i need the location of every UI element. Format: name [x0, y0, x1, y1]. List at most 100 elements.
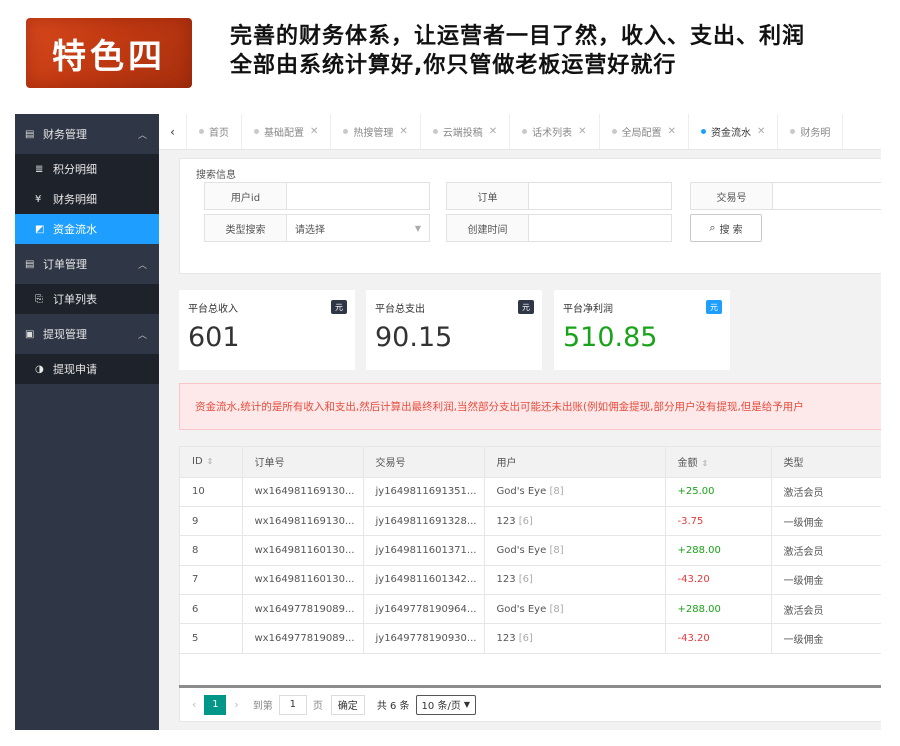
sidebar-item[interactable]: ◩ 资金流水	[15, 214, 159, 244]
menu-group-icon: ▤	[25, 128, 35, 140]
next-page-icon[interactable]: ›	[234, 698, 238, 711]
column-header-trade: 交易号	[363, 447, 485, 478]
menu-item-icon: ◑	[35, 363, 44, 375]
pagination: ‹ 1 › 到第 1 页 确定 共 6 条 10 条/页 ▼	[179, 688, 881, 722]
trade-no-input[interactable]	[773, 183, 881, 209]
notice-banner: 资金流水,统计的是所有收入和支出,然后计算出最终利润,当然部分支出可能还未出账(…	[179, 383, 881, 430]
tab[interactable]: 资金流水 ✕	[689, 114, 779, 149]
sidebar-group-label: 财务管理	[43, 128, 87, 141]
cell-order: wx164981169130...	[242, 506, 364, 537]
cell-trade: jy1649811691351...	[363, 477, 485, 507]
chevron-up-icon[interactable]: ︿	[138, 128, 147, 141]
user-id-label: 用户id	[205, 183, 287, 209]
sort-icon[interactable]: ⇕	[702, 459, 709, 468]
cell-id: 6	[180, 594, 243, 625]
cell-user: God's Eye [8]	[484, 594, 666, 625]
close-icon[interactable]: ✕	[668, 126, 676, 137]
cell-user: 123 [6]	[484, 565, 666, 596]
user-name: 123	[496, 633, 516, 645]
menu-item-icon: ¥	[35, 193, 42, 205]
cell-type: 一级佣金	[771, 623, 881, 654]
current-page[interactable]: 1	[204, 694, 227, 715]
tab-scroll-left-icon[interactable]: ‹	[159, 114, 187, 149]
chevron-up-icon[interactable]: ︿	[138, 328, 147, 341]
feature-badge: 特色四	[26, 18, 192, 88]
tab[interactable]: 云端投稿 ✕	[421, 114, 511, 149]
user-id-input[interactable]	[287, 183, 429, 209]
page-unit-label: 页	[312, 701, 323, 712]
sidebar-item[interactable]: ⎘ 订单列表	[15, 284, 159, 314]
close-icon[interactable]: ✕	[399, 126, 407, 137]
sidebar-item-label: 积分明细	[53, 163, 97, 176]
sidebar-group[interactable]: ▤ 财务管理 ︿	[15, 114, 159, 154]
sidebar-item[interactable]: ◑ 提现申请	[15, 354, 159, 384]
type-field: 类型搜索 请选择 ▼	[204, 214, 430, 242]
order-input[interactable]	[529, 183, 671, 209]
cell-trade: jy1649811601371...	[363, 535, 485, 566]
search-button[interactable]: ⌕ 搜 索	[690, 214, 762, 242]
tab-dot-icon	[343, 129, 349, 134]
goto-page-input[interactable]: 1	[278, 694, 307, 715]
user-name: 123	[496, 515, 516, 527]
tab-dot-icon	[199, 129, 204, 134]
column-header-amount[interactable]: 金额 ⇕	[665, 447, 772, 478]
cell-type: 一级佣金	[771, 506, 881, 537]
cell-order: wx164977819089...	[242, 594, 364, 625]
stat-unit-badge: 元	[518, 300, 534, 314]
cell-id: 9	[180, 506, 243, 537]
stat-card: 平台总收入 元 601	[179, 290, 355, 370]
created-time-label: 创建时间	[447, 215, 529, 241]
tab[interactable]: 基础配置 ✕	[242, 114, 332, 149]
stat-unit-badge: 元	[331, 300, 347, 314]
tab-label: 财务明	[800, 128, 831, 139]
stat-card: 平台净利润 元 510.85	[554, 290, 730, 370]
sidebar-item[interactable]: ¥ 财务明细	[15, 184, 159, 214]
tab-dot-icon	[790, 129, 796, 134]
page-size-value: 10 条/页	[421, 701, 461, 712]
user-id: [8]	[549, 486, 564, 498]
tab[interactable]: 首页	[187, 114, 242, 149]
sort-icon[interactable]: ⇕	[207, 457, 214, 466]
order-field: 订单	[446, 182, 672, 210]
stat-label: 平台总收入	[188, 304, 238, 315]
tab[interactable]: 话术列表 ✕	[510, 114, 600, 149]
tab[interactable]: 热搜管理 ✕	[331, 114, 421, 149]
cell-amount: -43.20	[665, 623, 772, 654]
sidebar-group[interactable]: ▤ 订单管理 ︿	[15, 244, 159, 284]
tab[interactable]: 全局配置 ✕	[600, 114, 689, 149]
menu-item-icon: ≣	[35, 163, 44, 175]
chevron-down-icon: ▼	[463, 700, 470, 709]
sidebar-item[interactable]: ≣ 积分明细	[15, 154, 159, 184]
cell-order: wx164977819089...	[242, 623, 364, 654]
tab[interactable]: 财务明	[778, 114, 844, 149]
goto-confirm-button[interactable]: 确定	[330, 694, 365, 715]
page-size-select[interactable]: 10 条/页 ▼	[415, 694, 476, 715]
tab-label: 热搜管理	[353, 128, 394, 139]
created-time-input[interactable]	[529, 215, 671, 241]
menu-group-icon: ▤	[25, 258, 35, 270]
close-icon[interactable]: ✕	[310, 126, 318, 137]
cell-id: 10	[180, 477, 243, 507]
column-header-id[interactable]: ID ⇕	[180, 447, 243, 478]
sidebar-group[interactable]: ▣ 提现管理 ︿	[15, 314, 159, 354]
tab-label: 全局配置	[621, 128, 662, 139]
type-select-value: 请选择	[295, 224, 325, 236]
tab-dot-icon	[611, 129, 617, 134]
cell-trade: jy1649811691328...	[363, 506, 485, 537]
cell-order: wx164981169130...	[242, 477, 364, 507]
cell-trade: jy1649778190930...	[363, 623, 485, 654]
column-header-user: 用户	[484, 447, 666, 478]
user-id: [8]	[549, 544, 564, 556]
cell-amount: -43.20	[665, 565, 772, 596]
cell-user: 123 [6]	[484, 623, 666, 654]
prev-page-icon[interactable]: ‹	[192, 698, 196, 711]
close-icon[interactable]: ✕	[489, 126, 497, 137]
chevron-up-icon[interactable]: ︿	[138, 258, 147, 271]
sidebar-group-label: 订单管理	[43, 258, 87, 271]
close-icon[interactable]: ✕	[578, 126, 586, 137]
type-label: 类型搜索	[205, 215, 287, 241]
type-select[interactable]: 请选择 ▼	[287, 215, 429, 241]
cell-id: 5	[180, 623, 243, 654]
close-icon[interactable]: ✕	[757, 126, 765, 137]
table-row: 8 wx164981160130... jy1649811601371... God'…	[180, 535, 881, 566]
